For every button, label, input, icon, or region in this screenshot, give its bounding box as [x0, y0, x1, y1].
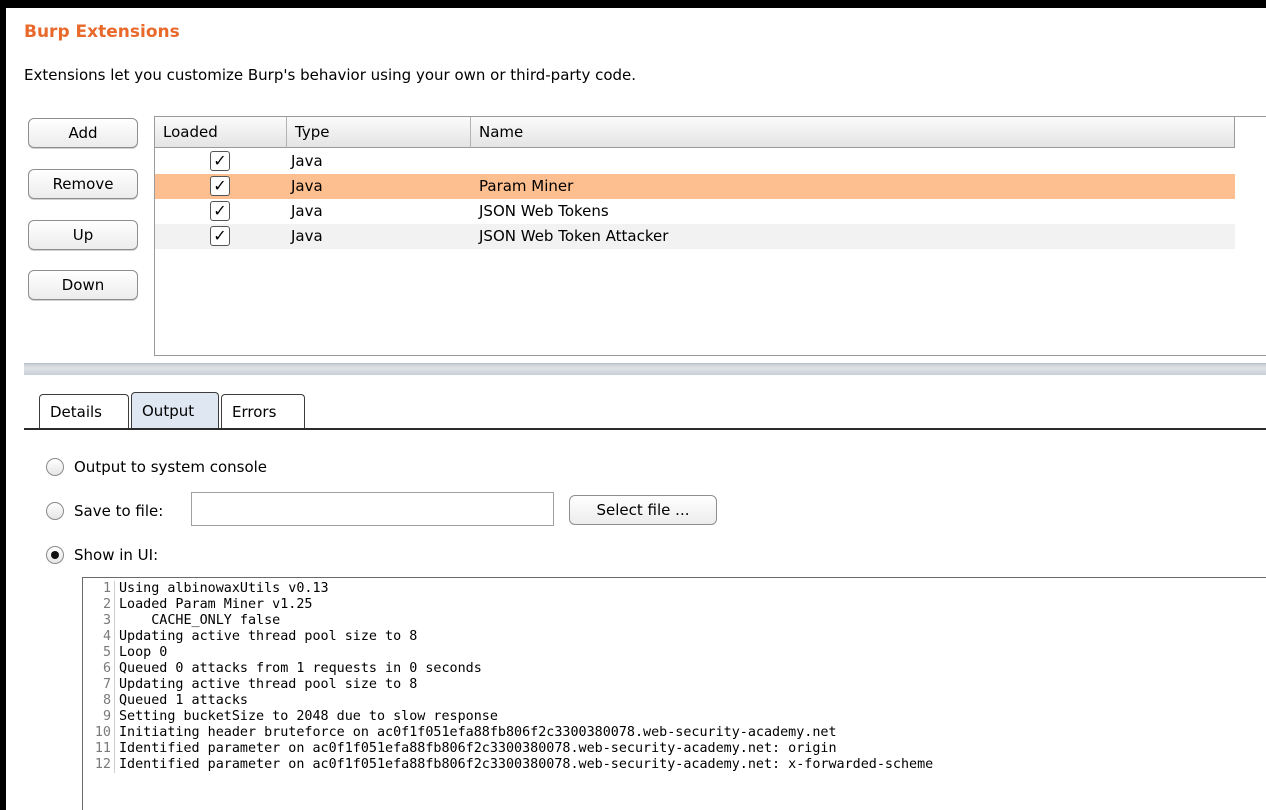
- table-row[interactable]: ✓ Java: [155, 149, 1235, 174]
- column-loaded[interactable]: Loaded: [155, 117, 287, 148]
- option-file-label: Save to file:: [74, 502, 164, 520]
- output-console[interactable]: 1 Using albinowaxUtils v0.13 2 Loaded Para…: [82, 577, 1266, 810]
- page-description: Extensions let you customize Burp's beha…: [24, 66, 637, 84]
- loaded-checkbox[interactable]: ✓: [210, 151, 230, 171]
- console-line: 12 Identified parameter on ac0f1f051efa88…: [83, 757, 933, 773]
- tab-details[interactable]: Details: [39, 394, 129, 428]
- console-line: 5 Loop 0: [83, 645, 167, 661]
- column-type[interactable]: Type: [287, 117, 471, 148]
- console-line: 2 Loaded Param Miner v1.25: [83, 597, 312, 613]
- console-line: 10 Initiating header bruteforce on ac0f1f…: [83, 725, 837, 741]
- burp-extensions-panel: Burp Extensions Extensions let you custo…: [6, 8, 1266, 810]
- loaded-checkbox[interactable]: ✓: [210, 176, 230, 196]
- split-pane-divider[interactable]: [24, 363, 1266, 375]
- extensions-table[interactable]: Loaded Type Name ✓ Java ✓ Java Param Min…: [154, 116, 1266, 356]
- down-button[interactable]: Down: [28, 270, 138, 300]
- table-row[interactable]: ✓ Java JSON Web Tokens: [155, 199, 1235, 224]
- console-line: 6 Queued 0 attacks from 1 requests in 0 s…: [83, 661, 482, 677]
- tab-output[interactable]: Output: [131, 392, 219, 428]
- radio-ui-selected[interactable]: [46, 546, 64, 564]
- console-line: 4 Updating active thread pool size to 8: [83, 629, 417, 645]
- select-file-button[interactable]: Select file ...: [569, 495, 717, 525]
- loaded-checkbox[interactable]: ✓: [210, 201, 230, 221]
- radio-console[interactable]: [46, 458, 64, 476]
- radio-file[interactable]: [46, 502, 64, 520]
- name-cell: Param Miner: [479, 177, 574, 195]
- name-cell: JSON Web Tokens: [479, 202, 609, 220]
- remove-button[interactable]: Remove: [28, 169, 138, 199]
- console-line: 11 Identified parameter on ac0f1f051efa88…: [83, 741, 837, 757]
- table-header: Loaded Type Name: [155, 117, 1235, 148]
- output-console-option[interactable]: Output to system console: [46, 456, 267, 478]
- option-console-label: Output to system console: [74, 458, 268, 476]
- show-in-ui-option[interactable]: Show in UI:: [46, 544, 158, 566]
- option-ui-label: Show in UI:: [74, 546, 159, 564]
- column-name[interactable]: Name: [471, 117, 1235, 148]
- tab-errors[interactable]: Errors: [221, 394, 305, 428]
- file-path-input[interactable]: [191, 492, 554, 526]
- type-cell: Java: [291, 202, 323, 220]
- table-row[interactable]: ✓ Java JSON Web Token Attacker: [155, 224, 1235, 249]
- console-line: 1 Using albinowaxUtils v0.13: [83, 581, 329, 597]
- loaded-checkbox[interactable]: ✓: [210, 226, 230, 246]
- name-cell: JSON Web Token Attacker: [479, 227, 669, 245]
- tab-divider: [24, 428, 1266, 430]
- save-to-file-option[interactable]: Save to file:: [46, 500, 163, 522]
- type-cell: Java: [291, 227, 323, 245]
- console-line: 8 Queued 1 attacks: [83, 693, 248, 709]
- table-row[interactable]: ✓ Java Param Miner: [155, 174, 1235, 199]
- console-line: 3 CACHE_ONLY false: [83, 613, 280, 629]
- page-title: Burp Extensions: [24, 22, 180, 42]
- up-button[interactable]: Up: [28, 220, 138, 250]
- console-line: 7 Updating active thread pool size to 8: [83, 677, 417, 693]
- type-cell: Java: [291, 152, 323, 170]
- add-button[interactable]: Add: [28, 118, 138, 148]
- console-line: 9 Setting bucketSize to 2048 due to slow …: [83, 709, 498, 725]
- type-cell: Java: [291, 177, 323, 195]
